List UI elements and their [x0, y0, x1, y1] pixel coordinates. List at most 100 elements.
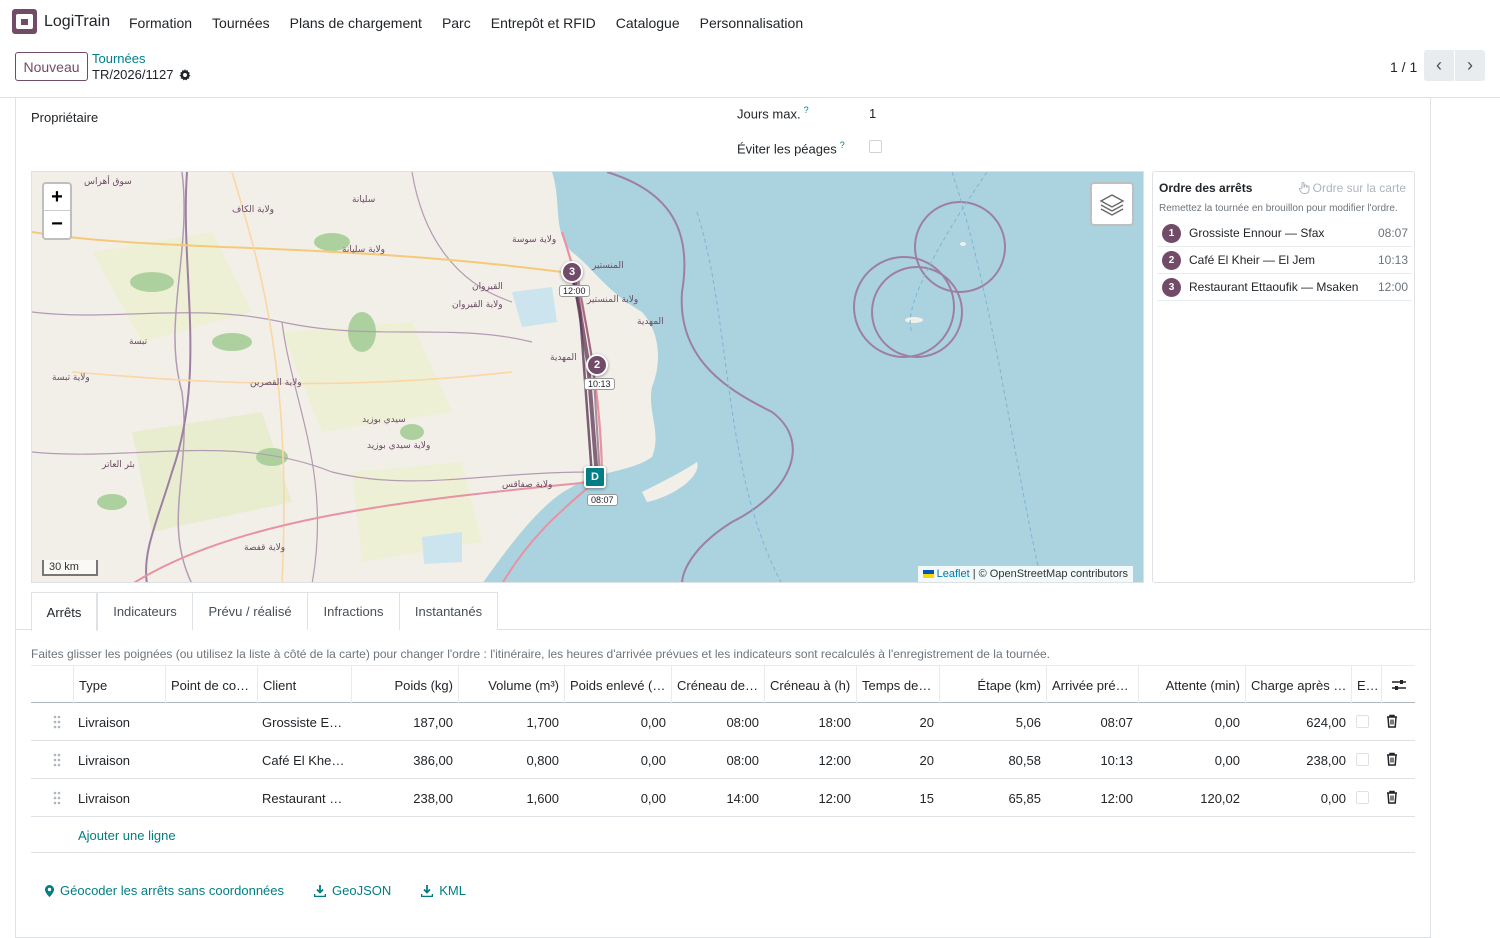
- table-row[interactable]: Livraison Café El Khe… 386,00 0,800 0,00…: [31, 741, 1415, 779]
- avoid-tolls-checkbox[interactable]: [869, 140, 882, 153]
- cell-leg-km[interactable]: 80,58: [939, 741, 1046, 779]
- trash-icon[interactable]: [1386, 790, 1398, 804]
- column-header[interactable]: Créneau à (h): [764, 666, 856, 704]
- cell-service-time[interactable]: 20: [856, 703, 939, 741]
- stop-item[interactable]: 3 Restaurant Ettaoufik — Msaken 12:00: [1157, 274, 1412, 301]
- tab-prevu-realise[interactable]: Prévu / réalisé: [192, 592, 308, 630]
- cell-load-after[interactable]: 238,00: [1245, 741, 1351, 779]
- cell-load-after[interactable]: 0,00: [1245, 779, 1351, 817]
- column-header[interactable]: Attente (min): [1138, 666, 1245, 704]
- app-logo-icon[interactable]: [12, 9, 37, 34]
- pager-next-button[interactable]: ›: [1455, 50, 1485, 81]
- cell-wait[interactable]: 0,00: [1138, 703, 1245, 741]
- cell-window-from[interactable]: 08:00: [671, 703, 764, 741]
- column-header[interactable]: Arrivée pré…: [1046, 666, 1138, 704]
- row-checkbox[interactable]: [1356, 753, 1369, 766]
- column-header[interactable]: Client: [257, 666, 351, 704]
- cell-pickup-weight[interactable]: 0,00: [564, 741, 671, 779]
- cell-service-time[interactable]: 15: [856, 779, 939, 817]
- geojson-download-button[interactable]: GeoJSON: [314, 883, 391, 898]
- map-marker-2[interactable]: 2: [586, 354, 608, 376]
- cell-planned-arrival[interactable]: 12:00: [1046, 779, 1138, 817]
- drag-handle-icon[interactable]: [53, 791, 61, 805]
- cell-wait[interactable]: 120,02: [1138, 779, 1245, 817]
- map-marker-3[interactable]: 3: [561, 261, 583, 283]
- gear-icon[interactable]: [179, 68, 191, 81]
- zoom-in-button[interactable]: +: [44, 184, 70, 211]
- cell-weight[interactable]: 238,00: [351, 779, 458, 817]
- cell-point[interactable]: [165, 779, 257, 817]
- cell-window-from[interactable]: 14:00: [671, 779, 764, 817]
- tab-instantanes[interactable]: Instantanés: [399, 592, 498, 630]
- cell-leg-km[interactable]: 5,06: [939, 703, 1046, 741]
- cell-weight[interactable]: 187,00: [351, 703, 458, 741]
- kml-download-button[interactable]: KML: [421, 883, 466, 898]
- leaflet-link[interactable]: Leaflet: [937, 568, 970, 580]
- cell-client[interactable]: Restaurant …: [257, 779, 351, 817]
- drag-handle-icon[interactable]: [53, 715, 61, 729]
- column-header[interactable]: Poids enlevé (…: [564, 666, 671, 704]
- cell-pickup-weight[interactable]: 0,00: [564, 703, 671, 741]
- tab-indicateurs[interactable]: Indicateurs: [97, 592, 193, 630]
- menu-entrepot-rfid[interactable]: Entrepôt et RFID: [491, 15, 596, 31]
- menu-plans-chargement[interactable]: Plans de chargement: [290, 15, 422, 31]
- menu-tournees[interactable]: Tournées: [212, 15, 270, 31]
- column-header[interactable]: Charge après …: [1245, 666, 1351, 704]
- column-header[interactable]: E…: [1351, 666, 1381, 704]
- cell-wait[interactable]: 0,00: [1138, 741, 1245, 779]
- cell-window-from[interactable]: 08:00: [671, 741, 764, 779]
- tab-arrets[interactable]: Arrêts: [31, 592, 97, 631]
- menu-formation[interactable]: Formation: [129, 15, 192, 31]
- breadcrumb-tournees[interactable]: Tournées: [92, 51, 145, 66]
- table-row[interactable]: Livraison Grossiste E… 187,00 1,700 0,00…: [31, 703, 1415, 741]
- column-header[interactable]: Type: [73, 666, 165, 704]
- geocode-button[interactable]: Géocoder les arrêts sans coordonnées: [45, 883, 284, 898]
- help-icon[interactable]: ?: [804, 105, 809, 115]
- cell-point[interactable]: [165, 741, 257, 779]
- cell-window-to[interactable]: 12:00: [764, 779, 856, 817]
- cell-window-to[interactable]: 12:00: [764, 741, 856, 779]
- column-header[interactable]: Étape (km): [939, 666, 1046, 704]
- cell-point[interactable]: [165, 703, 257, 741]
- trash-icon[interactable]: [1386, 752, 1398, 766]
- drag-handle-icon[interactable]: [53, 753, 61, 767]
- cell-type[interactable]: Livraison: [73, 741, 165, 779]
- pager-previous-button[interactable]: ‹: [1424, 50, 1454, 81]
- max-days-field[interactable]: 1: [869, 106, 876, 121]
- column-header[interactable]: Volume (m³): [458, 666, 564, 704]
- cell-service-time[interactable]: 20: [856, 741, 939, 779]
- route-map[interactable]: سوق أهراس ولاية الكاف سليانة ولاية سليان…: [31, 171, 1144, 583]
- cell-type[interactable]: Livraison: [73, 779, 165, 817]
- cell-weight[interactable]: 386,00: [351, 741, 458, 779]
- cell-load-after[interactable]: 624,00: [1245, 703, 1351, 741]
- cell-client[interactable]: Café El Khe…: [257, 741, 351, 779]
- column-header[interactable]: Point de co…: [165, 666, 257, 704]
- cell-planned-arrival[interactable]: 10:13: [1046, 741, 1138, 779]
- cell-pickup-weight[interactable]: 0,00: [564, 779, 671, 817]
- cell-volume[interactable]: 1,600: [458, 779, 564, 817]
- menu-parc[interactable]: Parc: [442, 15, 471, 31]
- row-checkbox[interactable]: [1356, 715, 1369, 728]
- menu-personnalisation[interactable]: Personnalisation: [700, 15, 804, 31]
- column-header[interactable]: Poids (kg): [351, 666, 458, 704]
- column-header[interactable]: Temps de…: [856, 666, 939, 704]
- optional-columns-button[interactable]: [1381, 666, 1415, 704]
- cell-leg-km[interactable]: 65,85: [939, 779, 1046, 817]
- app-name[interactable]: LogiTrain: [44, 13, 110, 31]
- zoom-out-button[interactable]: −: [44, 211, 70, 238]
- layers-button[interactable]: [1090, 182, 1134, 226]
- menu-catalogue[interactable]: Catalogue: [616, 15, 680, 31]
- help-icon[interactable]: ?: [840, 140, 845, 150]
- new-button[interactable]: Nouveau: [15, 52, 88, 81]
- pager-value[interactable]: 1 / 1: [1390, 59, 1417, 75]
- cell-planned-arrival[interactable]: 08:07: [1046, 703, 1138, 741]
- tab-infractions[interactable]: Infractions: [307, 592, 400, 630]
- cell-volume[interactable]: 1,700: [458, 703, 564, 741]
- table-row[interactable]: Livraison Restaurant … 238,00 1,600 0,00…: [31, 779, 1415, 817]
- cell-window-to[interactable]: 18:00: [764, 703, 856, 741]
- map-order-button[interactable]: Ordre sur la carte: [1298, 181, 1406, 195]
- cell-type[interactable]: Livraison: [73, 703, 165, 741]
- cell-client[interactable]: Grossiste E…: [257, 703, 351, 741]
- stop-item[interactable]: 1 Grossiste Ennour — Sfax 08:07: [1157, 220, 1412, 247]
- trash-icon[interactable]: [1386, 714, 1398, 728]
